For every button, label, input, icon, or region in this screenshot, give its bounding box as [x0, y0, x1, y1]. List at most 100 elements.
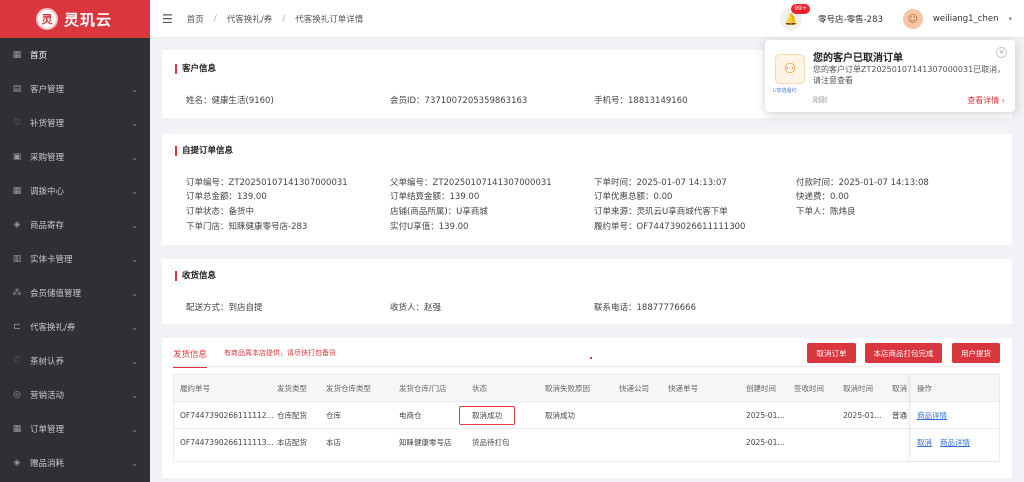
breadcrumb-gift[interactable]: 代客换礼/券 — [227, 13, 272, 25]
top-header: ☰ 首页 / 代客换礼/券 / 代客换礼订单详情 🔔 99+ 零号店-零售-28… — [150, 0, 1024, 38]
customer-phone: 手机号：18813149160 — [594, 96, 688, 106]
column-header: 签收时间 — [794, 383, 824, 393]
sidebar-item[interactable]: ◎ 营销活动 ⌄ — [0, 378, 150, 412]
app-logo[interactable]: 灵 灵玑云 — [0, 0, 150, 38]
chevron-down-icon: ⌄ — [131, 254, 138, 264]
order-time: 下单时间：2025-01-07 14:13:07 — [594, 178, 727, 188]
customer-info-title: 客户信息 — [175, 64, 216, 74]
chevron-down-icon: ⌄ — [131, 322, 138, 332]
view-details-link[interactable]: 查看详情 › — [967, 95, 1005, 106]
grid-icon: ▦ — [12, 50, 22, 60]
sidebar-item[interactable]: ⊏ 代客换礼/券 ⌄ — [0, 310, 150, 344]
sidebar-item-label: 茶树认养 — [30, 357, 65, 367]
cell-text: 2025-01... — [843, 410, 882, 420]
sidebar-item[interactable]: ⁂ 会员储值管理 ⌄ — [0, 276, 150, 310]
table-row: OF7447390266111113... 本店配货 本店 知睐健康零号店 货品待打包 2… — [174, 428, 999, 455]
menu-toggle-icon[interactable]: ☰ — [162, 12, 173, 26]
sidebar-item[interactable]: ▤ 客户管理 ⌄ — [0, 72, 150, 106]
customer-member-id: 会员ID：7371007205359863163 — [390, 96, 528, 106]
tab-shipping-info[interactable]: 发货信息 — [173, 348, 208, 368]
user-pickup-button[interactable]: 用户提货 — [952, 343, 1000, 363]
order-info-panel: 自提订单信息 订单编号：ZT20250107141307000031 订单总金额… — [162, 134, 1012, 245]
customer-name: 姓名：健康生活(9160) — [186, 96, 274, 106]
store-name[interactable]: 零号店-零售-283 — [818, 13, 883, 25]
chevron-down-icon: ⌄ — [131, 186, 138, 196]
column-header: 履约单号 — [180, 383, 210, 393]
chevron-down-icon: ⌄ — [131, 356, 138, 366]
ops-cell-row-0: 商品详情 — [911, 401, 999, 428]
sidebar-item[interactable]: ▦ 订单管理 ⌄ — [0, 412, 150, 446]
column-header: 取消 — [892, 383, 907, 393]
product-detail-link[interactable]: 商品详情 — [917, 410, 947, 421]
bell-icon[interactable]: 🔔 99+ — [780, 4, 811, 30]
breadcrumb-home[interactable]: 首页 — [187, 13, 204, 25]
notification-toast[interactable]: ⚇ U享值履约 您的客户已取消订单 您的客户订单ZT20250107141307… — [765, 40, 1015, 112]
chevron-down-icon: ⌄ — [131, 288, 138, 298]
breadcrumb-separator: / — [213, 13, 217, 24]
sidebar-item[interactable]: ◈ 商品寄存 ⌄ — [0, 208, 150, 242]
table-cell: 仓库 — [326, 402, 341, 428]
sidebar-item-label: 会员储值管理 — [30, 289, 82, 299]
sidebar-item-label: 首页 — [30, 51, 48, 61]
purchase-icon: ▣ — [12, 152, 22, 162]
column-header: 取消失败原因 — [545, 383, 590, 393]
chevron-down-icon[interactable]: ▾ — [1008, 15, 1012, 23]
member-icon: ⁂ — [12, 288, 22, 298]
fulfillment-app-caption: U享值履约 — [773, 88, 797, 94]
table-cell: 本店配货 — [277, 429, 307, 455]
cancel-link[interactable]: 取消 — [917, 437, 932, 448]
receiver-phone: 联系电话：18877776666 — [594, 303, 696, 313]
order-info-title: 自提订单信息 — [175, 146, 233, 156]
cart-icon: ⊏ — [13, 322, 21, 332]
avatar[interactable]: ☺ — [902, 9, 923, 29]
table-cell: OF7447390266111112... — [180, 402, 274, 428]
sidebar-item[interactable]: ▦ 调拨中心 ⌄ — [0, 174, 150, 208]
ops-column-header: 操作 — [911, 375, 999, 401]
shipping-notice: 有商品周本店提供，请尽快打包备货 — [224, 349, 336, 357]
chevron-down-icon: ⌄ — [131, 458, 138, 468]
sidebar-item[interactable]: ♡ 补货管理 ⌄ — [0, 106, 150, 140]
cancel-order-button[interactable]: 取消订单 — [807, 343, 856, 363]
chevron-down-icon: ⌄ — [131, 220, 138, 230]
fulfillment-app-icon: ⚇ — [775, 54, 805, 84]
order-icon: ▦ — [12, 424, 22, 434]
sidebar-item-label: 采购管理 — [30, 153, 65, 163]
notification-badge: 99+ — [791, 4, 811, 14]
toast-title: 您的客户已取消订单 — [813, 53, 903, 64]
sidebar-item[interactable]: ▦ 首页 — [0, 38, 150, 72]
product-detail-link[interactable]: 商品详情 — [940, 437, 970, 448]
operations-column: 操作 商品详情 取消 商品详情 — [911, 375, 999, 461]
breadcrumb-separator: / — [282, 13, 286, 24]
close-icon[interactable]: × — [996, 47, 1007, 58]
card-icon: ▥ — [12, 254, 22, 264]
status-badge: 货品待打包 — [472, 437, 510, 447]
customer-icon: ▤ — [12, 84, 22, 94]
username[interactable]: weiliang1_chen — [933, 14, 999, 24]
transfer-icon: ▦ — [12, 186, 22, 196]
table-cell: 仓库配货 — [277, 402, 307, 428]
gift-icon: ◈ — [13, 458, 21, 468]
delivery-method: 配送方式：到店自提 — [186, 303, 263, 313]
column-header: 发货仓库类型 — [326, 383, 371, 393]
sidebar-item[interactable]: ▥ 实体卡管理 ⌄ — [0, 242, 150, 276]
sidebar-item[interactable]: ♡ 茶树认养 ⌄ — [0, 344, 150, 378]
order-shop: 店铺(商品所属)：U享商城 — [390, 207, 488, 217]
receiver-info-title: 收货信息 — [175, 271, 216, 281]
table-cell: 货品待打包 — [472, 429, 510, 455]
table-cell: 2025-01... — [746, 429, 785, 455]
column-header: 取消时间 — [843, 383, 873, 393]
logo-icon: 灵 — [36, 8, 58, 30]
cell-text: 普通 — [892, 410, 907, 420]
sidebar-item-label: 代客换礼/券 — [30, 323, 76, 333]
order-status: 订单状态：备货中 — [186, 207, 255, 217]
sidebar-item[interactable]: ▣ 采购管理 ⌄ — [0, 140, 150, 174]
pack-complete-button[interactable]: 本店商品打包完成 — [865, 343, 942, 363]
cell-text: 知睐健康零号店 — [399, 437, 452, 447]
tea-icon: ♡ — [12, 356, 22, 366]
red-dot-marker — [590, 357, 592, 359]
column-header: 创建时间 — [746, 383, 776, 393]
parent-order-number: 父单编号：ZT20250107141307000031 — [390, 178, 552, 188]
sidebar-item[interactable]: ◈ 赠品消耗 ⌄ — [0, 446, 150, 480]
breadcrumb-current: 代客换礼订单详情 — [295, 14, 364, 25]
table-cell: 2025-01... — [746, 402, 785, 428]
